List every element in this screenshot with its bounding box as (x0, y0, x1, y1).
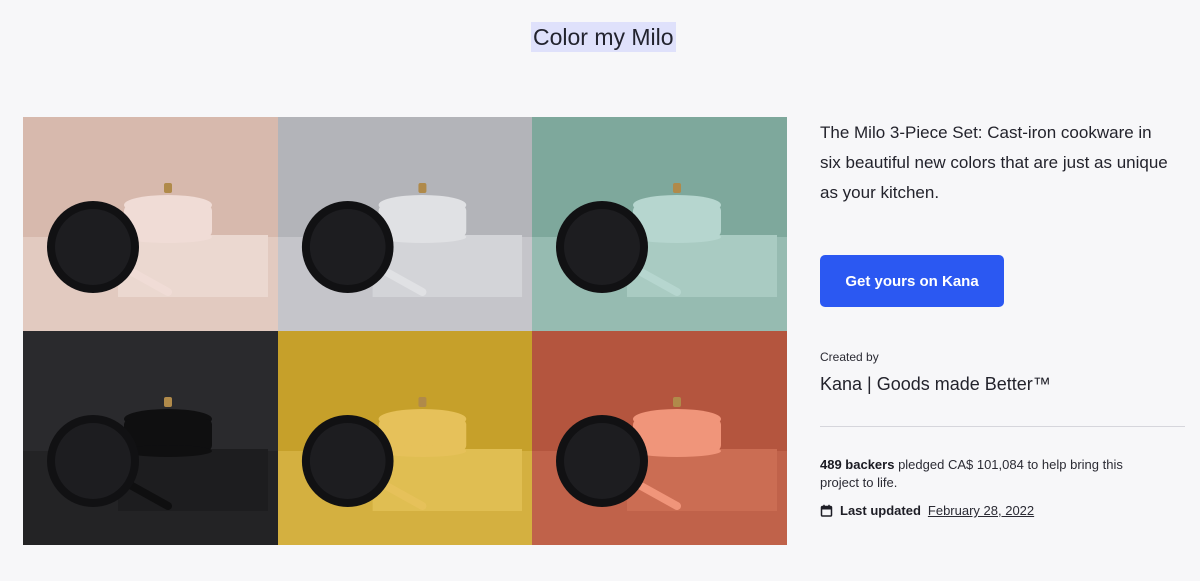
get-yours-button[interactable]: Get yours on Kana (820, 255, 1004, 307)
created-by-label: Created by (820, 350, 879, 364)
divider (820, 426, 1185, 427)
product-info-panel: The Milo 3-Piece Set: Cast-iron cookware… (820, 118, 1185, 518)
cookware-photo-black (23, 331, 278, 545)
cookware-photo-blush (23, 117, 278, 331)
last-updated-label: Last updated (840, 503, 921, 518)
last-updated: Last updated February 28, 2022 (820, 503, 1034, 518)
page-title: Color my Milo (531, 22, 676, 52)
last-updated-date[interactable]: February 28, 2022 (928, 503, 1034, 518)
product-description: The Milo 3-Piece Set: Cast-iron cookware… (820, 123, 1168, 202)
creator-name[interactable]: Kana | Goods made Better™ (820, 374, 1051, 395)
cookware-photo-grey (278, 117, 532, 331)
backers-summary: 489 backers pledged CA$ 101,084 to help … (820, 456, 1160, 492)
cookware-photo-terracotta (532, 331, 787, 545)
cookware-photo-mustard (278, 331, 532, 545)
backers-count: 489 backers (820, 457, 895, 472)
product-image-grid[interactable] (23, 117, 787, 545)
cookware-photo-sage (532, 117, 787, 331)
calendar-icon (820, 504, 833, 517)
